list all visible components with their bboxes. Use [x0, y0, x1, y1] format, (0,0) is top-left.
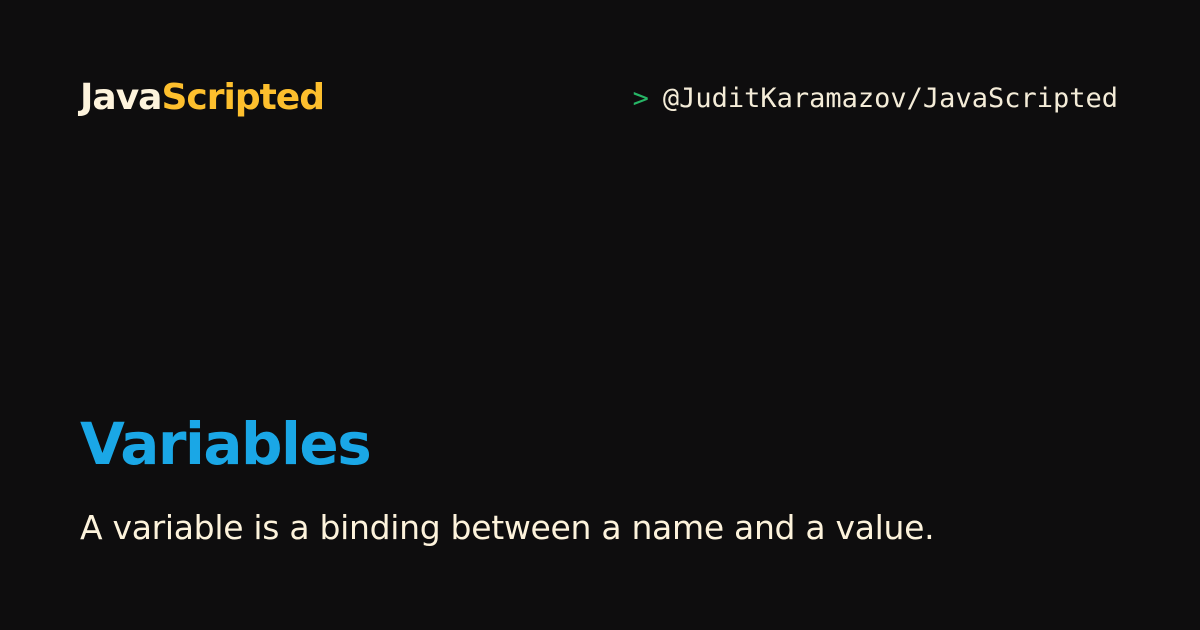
brand-logo-scripted: Scripted	[161, 77, 325, 118]
brand-logo: JavaScripted	[80, 76, 325, 120]
brand-logo-java: Java	[80, 77, 162, 118]
repo-handle: > @JuditKaramazov/JavaScripted	[633, 82, 1118, 116]
page-description: A variable is a binding between a name a…	[80, 508, 935, 547]
social-card: JavaScripted > @JuditKaramazov/JavaScript…	[0, 0, 1200, 630]
repo-handle-text: @JuditKaramazov/JavaScripted	[662, 83, 1118, 114]
page-title: Variables	[80, 410, 372, 478]
prompt-icon: >	[632, 83, 649, 114]
